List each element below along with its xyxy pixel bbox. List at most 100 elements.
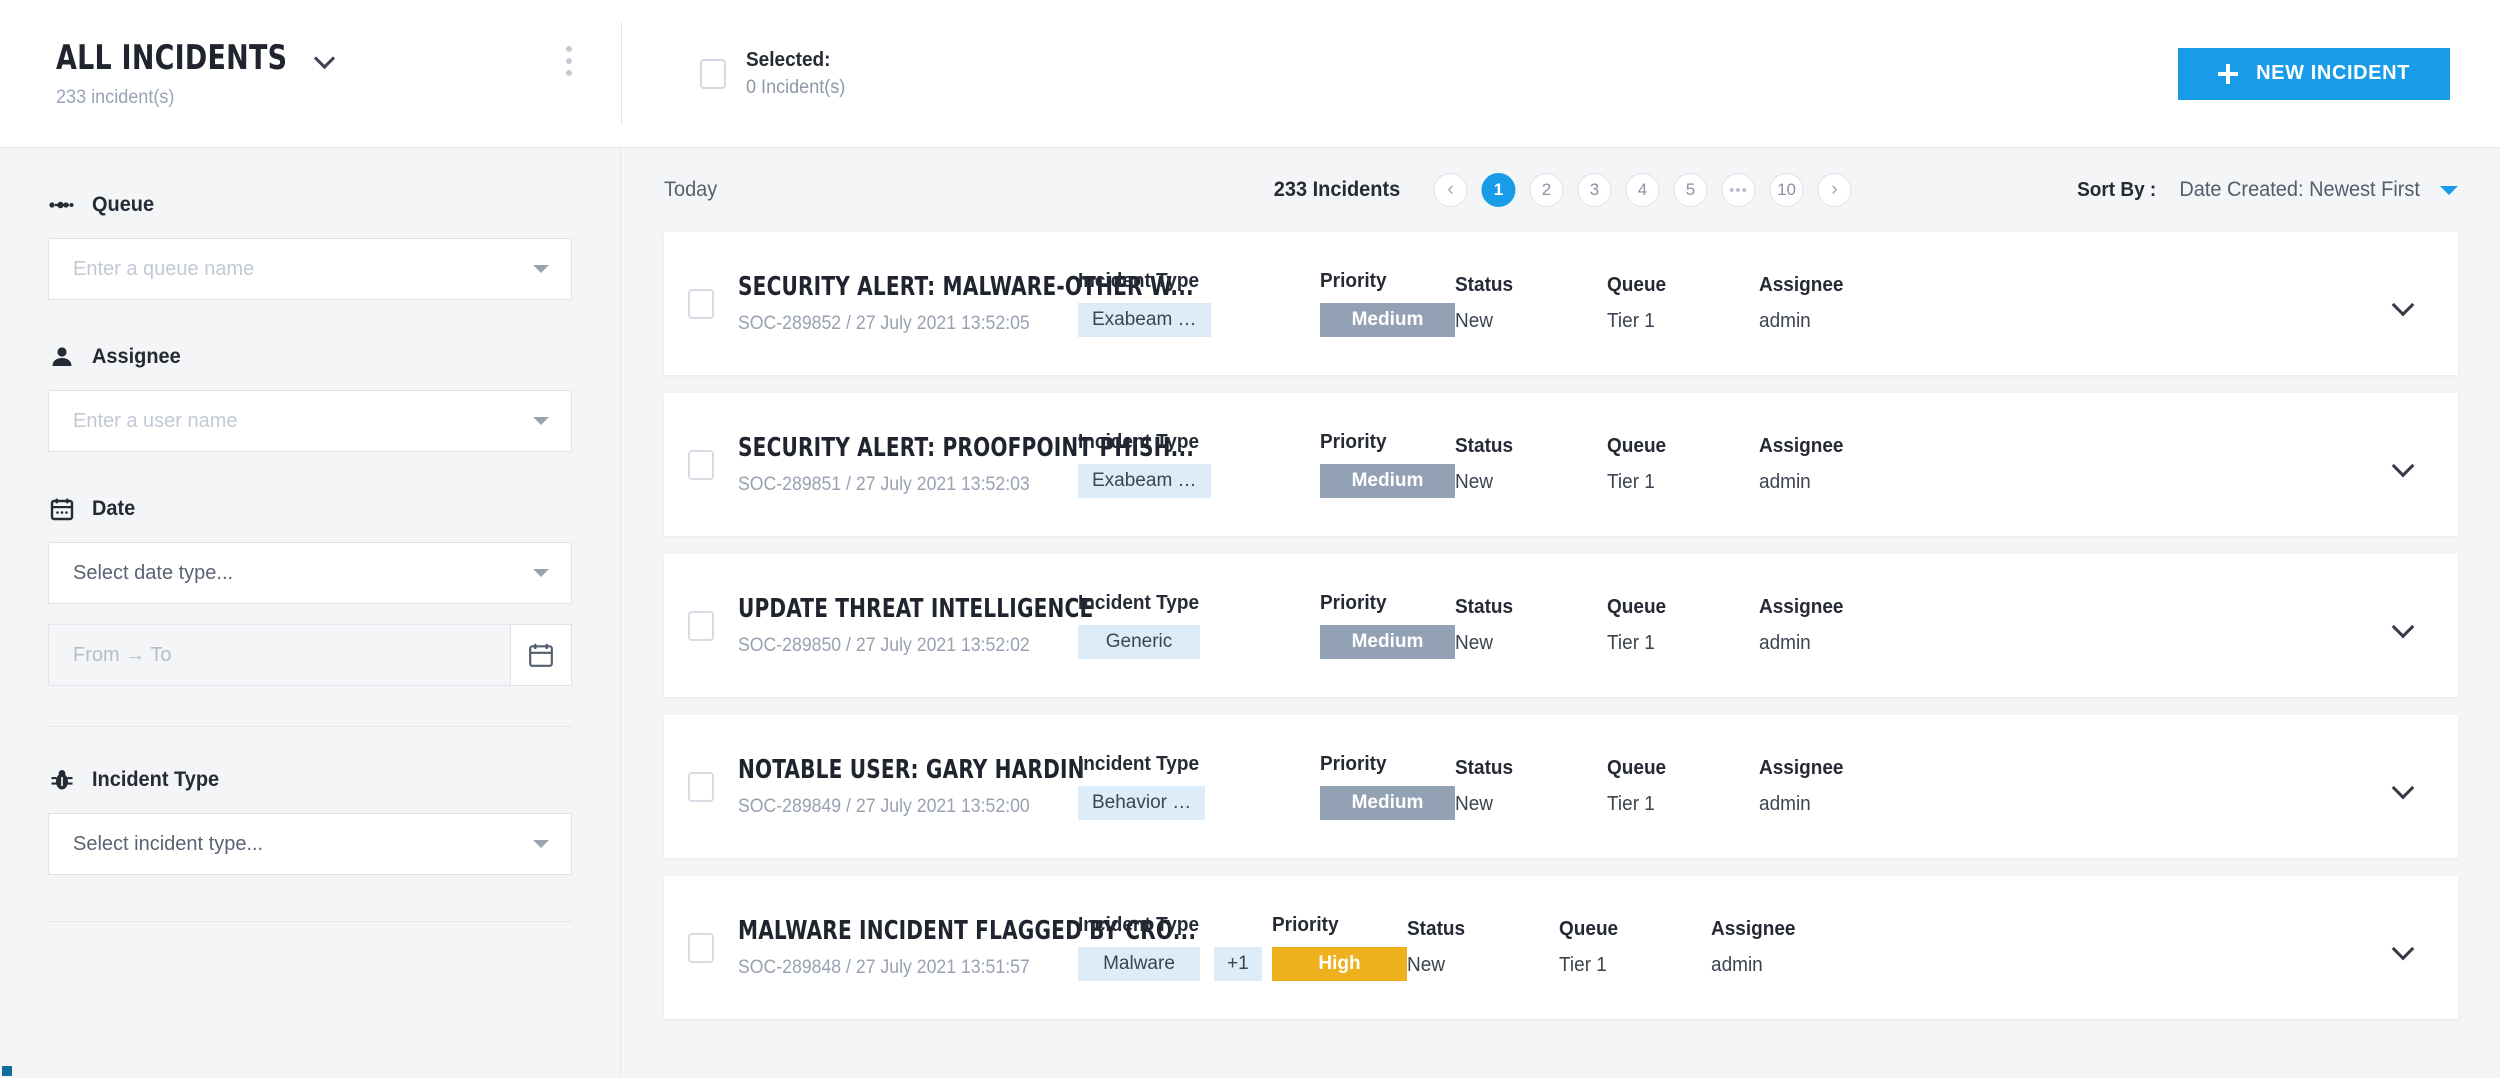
queue-value: Tier 1 xyxy=(1607,793,1655,815)
priority-badge: Medium xyxy=(1320,625,1455,659)
status-value: New xyxy=(1455,632,1494,654)
assignee-header: Assignee xyxy=(1759,757,1844,779)
expand-row-chevron-icon[interactable] xyxy=(2392,458,2414,472)
filter-label: Incident Type xyxy=(92,768,220,791)
incident-row[interactable]: SECURITY ALERT: PROOFPOINT PHISH... SOC-2… xyxy=(664,393,2458,536)
page-ellipsis[interactable]: ••• xyxy=(1721,173,1756,207)
incident-type-placeholder: Select incident type... xyxy=(73,832,264,855)
status-cell: Status New xyxy=(1407,918,1559,977)
selection-area: Selected: 0 Incident(s) xyxy=(622,0,2178,147)
select-all-checkbox[interactable] xyxy=(700,58,726,89)
incident-row[interactable]: SECURITY ALERT: MALWARE-OTHER W... SOC-28… xyxy=(664,232,2458,375)
queue-input[interactable]: Enter a queue name xyxy=(48,238,572,300)
incident-type-more-tag[interactable]: +1 xyxy=(1214,947,1262,981)
incident-title-cell: SECURITY ALERT: MALWARE-OTHER W... SOC-28… xyxy=(738,272,1194,335)
incident-list-panel: Today 233 Incidents ‹ 1 2 3 4 5 ••• 10 ›… xyxy=(622,148,2500,1078)
incident-checkbox-cell xyxy=(664,610,738,641)
expand-row-chevron-icon[interactable] xyxy=(2392,297,2414,311)
queue-value: Tier 1 xyxy=(1607,310,1655,332)
incident-checkbox[interactable] xyxy=(688,771,714,802)
assignee-cell: Assignee admin xyxy=(1759,596,1959,655)
page-button-2[interactable]: 2 xyxy=(1529,173,1564,207)
incident-type-cell: Incident Type Exabeam … xyxy=(1078,270,1260,337)
filter-group-queue: Queue Enter a queue name xyxy=(48,148,572,300)
filter-label: Date xyxy=(92,497,136,520)
incident-type-tags: Exabeam … xyxy=(1078,303,1260,337)
incident-checkbox-cell xyxy=(664,771,738,802)
date-type-select[interactable]: Select date type... xyxy=(48,542,572,604)
status-header: Status xyxy=(1455,435,1514,457)
queue-cell: Queue Tier 1 xyxy=(1607,435,1759,494)
queue-value: Tier 1 xyxy=(1607,471,1655,493)
incident-total-count: 233 Incidents xyxy=(1273,178,1401,201)
new-incident-label: NEW INCIDENT xyxy=(2256,62,2410,84)
incident-type-header: Incident Type xyxy=(1078,431,1200,453)
queue-header: Queue xyxy=(1607,757,1667,779)
chevron-down-icon[interactable] xyxy=(533,265,549,273)
incident-checkbox-cell xyxy=(664,932,738,963)
priority-badge: Medium xyxy=(1320,303,1455,337)
incident-title[interactable]: UPDATE THREAT INTELLIGENCE xyxy=(738,594,1093,624)
incident-checkbox[interactable] xyxy=(688,932,714,963)
page-button-4[interactable]: 4 xyxy=(1625,173,1660,207)
incident-row[interactable]: UPDATE THREAT INTELLIGENCE SOC-289850 / 2… xyxy=(664,554,2458,697)
queue-header: Queue xyxy=(1559,918,1619,940)
incident-subtitle: SOC-289850 / 27 July 2021 13:52:02 xyxy=(738,635,1030,656)
incident-checkbox-cell xyxy=(664,449,738,480)
sort-by-control[interactable]: Sort By : Date Created: Newest First xyxy=(2075,178,2458,202)
chevron-down-icon[interactable] xyxy=(315,48,335,68)
page-button-3[interactable]: 3 xyxy=(1577,173,1612,207)
date-range-placeholder: From → To xyxy=(73,643,172,666)
chevron-down-icon[interactable] xyxy=(533,569,549,577)
filter-group-incident-type: Incident Type Select incident type... xyxy=(48,727,572,875)
expand-row-chevron-icon[interactable] xyxy=(2392,780,2414,794)
top-bar-actions: NEW INCIDENT xyxy=(2178,0,2500,147)
filter-label: Assignee xyxy=(92,345,181,368)
page-button-1[interactable]: 1 xyxy=(1481,173,1516,207)
sidebar-scrollbar[interactable] xyxy=(2,1066,12,1076)
sort-by-label: Sort By : xyxy=(2077,178,2157,201)
status-header: Status xyxy=(1455,274,1514,296)
page-prev-button[interactable]: ‹ xyxy=(1433,173,1468,207)
priority-badge: High xyxy=(1272,947,1407,981)
queue-cell: Queue Tier 1 xyxy=(1607,596,1759,655)
incident-list: SECURITY ALERT: MALWARE-OTHER W... SOC-28… xyxy=(622,232,2500,1019)
incident-title[interactable]: NOTABLE USER: GARY HARDIN xyxy=(738,755,1084,785)
calendar-picker-button[interactable] xyxy=(510,624,572,686)
priority-badge: Medium xyxy=(1320,464,1455,498)
queue-header: Queue xyxy=(1607,596,1667,618)
expand-row-chevron-icon[interactable] xyxy=(2392,619,2414,633)
status-cell: Status New xyxy=(1455,435,1607,494)
date-range-input[interactable]: From → To xyxy=(48,624,510,686)
status-value: New xyxy=(1455,310,1494,332)
incident-title[interactable]: SECURITY ALERT: PROOFPOINT PHISH... xyxy=(738,433,1194,463)
incident-row[interactable]: MALWARE INCIDENT FLAGGED BY CRO... SOC-28… xyxy=(664,876,2458,1019)
queue-value: Tier 1 xyxy=(1607,632,1655,654)
chevron-down-icon[interactable] xyxy=(533,840,549,848)
incident-type-tags: Behavior … xyxy=(1078,786,1260,820)
incident-type-select[interactable]: Select incident type... xyxy=(48,813,572,875)
assignee-header: Assignee xyxy=(1759,435,1844,457)
assignee-input[interactable]: Enter a user name xyxy=(48,390,572,452)
incident-checkbox[interactable] xyxy=(688,610,714,641)
view-block: ALL INCIDENTS 233 incident(s) xyxy=(56,38,335,109)
priority-cell: Priority Medium xyxy=(1320,270,1455,337)
chevron-down-icon[interactable] xyxy=(2440,185,2458,195)
incident-checkbox[interactable] xyxy=(688,288,714,319)
selected-label: Selected: xyxy=(746,48,831,71)
incident-title[interactable]: MALWARE INCIDENT FLAGGED BY CRO... xyxy=(738,916,1196,946)
incident-checkbox[interactable] xyxy=(688,449,714,480)
priority-cell: Priority Medium xyxy=(1320,431,1455,498)
filter-group-date: Date Select date type... From → To xyxy=(48,452,572,686)
incident-title-cell: MALWARE INCIDENT FLAGGED BY CRO... SOC-28… xyxy=(738,916,1196,979)
expand-row-chevron-icon[interactable] xyxy=(2392,941,2414,955)
more-options-icon[interactable] xyxy=(566,46,572,80)
page-button-5[interactable]: 5 xyxy=(1673,173,1708,207)
chevron-down-icon[interactable] xyxy=(533,417,549,425)
incident-title[interactable]: SECURITY ALERT: MALWARE-OTHER W... xyxy=(738,272,1194,302)
page-next-button[interactable]: › xyxy=(1817,173,1852,207)
page-button-10[interactable]: 10 xyxy=(1769,173,1804,207)
date-type-placeholder: Select date type... xyxy=(73,561,234,584)
new-incident-button[interactable]: NEW INCIDENT xyxy=(2178,47,2450,100)
incident-row[interactable]: NOTABLE USER: GARY HARDIN SOC-289849 / 27… xyxy=(664,715,2458,858)
